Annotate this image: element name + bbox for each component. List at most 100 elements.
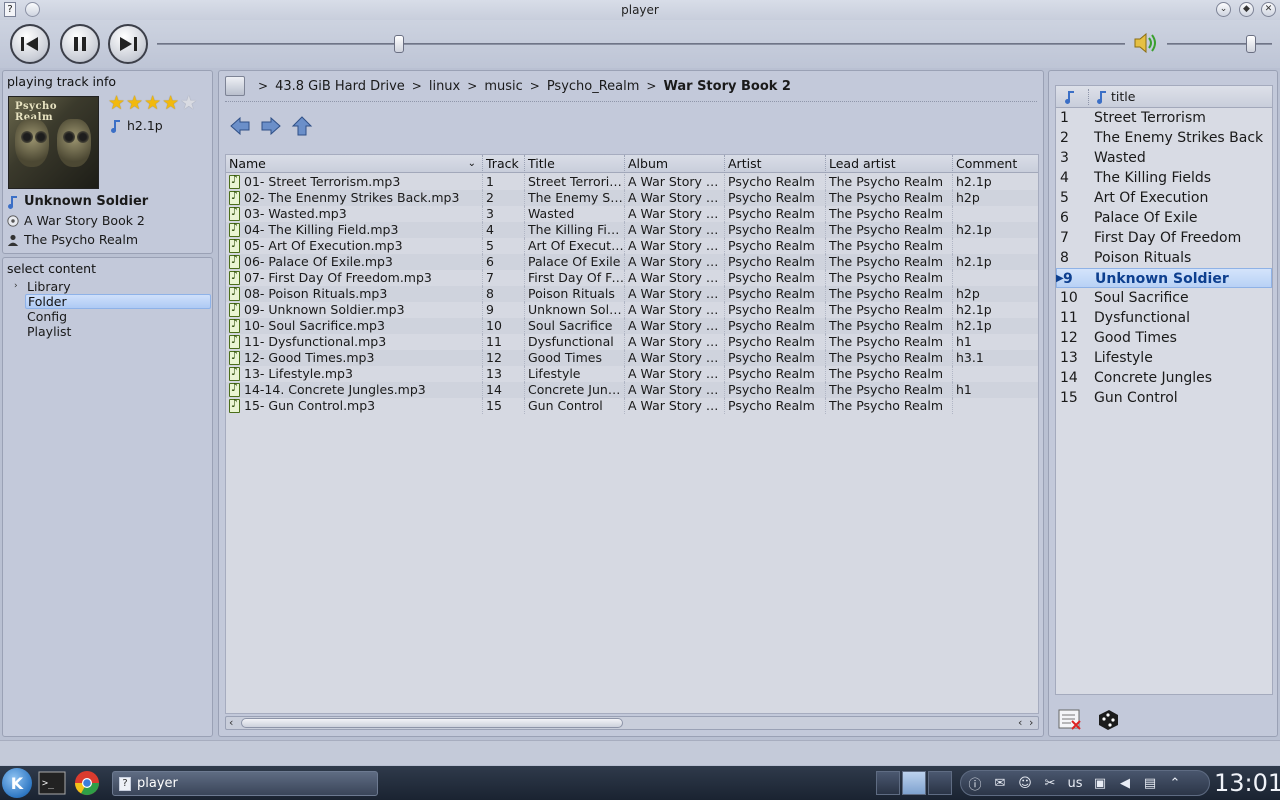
network-icon[interactable]: ▣ [1092, 775, 1108, 791]
table-row[interactable]: 07- First Day Of Freedom.mp37First Day O… [226, 269, 1038, 286]
up-button[interactable] [291, 115, 313, 137]
table-row[interactable]: 03- Wasted.mp33WastedA War Story Book 2P… [226, 205, 1038, 222]
column-header-album[interactable]: Album [625, 155, 725, 173]
user-icon[interactable]: ☺ [1017, 775, 1033, 791]
cell-title: Soul Sacrifice [525, 318, 625, 334]
seek-slider-handle[interactable] [394, 35, 404, 53]
table-row[interactable]: 04- The Killing Field.mp34The Killing Fi… [226, 221, 1038, 238]
shuffle-dice-icon[interactable] [1095, 707, 1121, 731]
taskbar-task-player[interactable]: ? player [112, 771, 378, 796]
playlist-item[interactable]: ▶ 9 Unknown Soldier [1056, 268, 1272, 288]
previous-button[interactable] [10, 24, 50, 64]
column-header-note-icon[interactable] [1064, 90, 1076, 107]
playlist-item[interactable]: 14 Concrete Jungles [1056, 368, 1272, 388]
table-row[interactable]: 08- Poison Rituals.mp38Poison RitualsA W… [226, 285, 1038, 302]
star-icon[interactable]: ★ [126, 94, 143, 113]
playlist-item[interactable]: 6 Palace Of Exile [1056, 208, 1272, 228]
tree-item-playlist[interactable]: Playlist [9, 324, 211, 339]
hard-drive-icon[interactable] [225, 76, 245, 96]
tree-item-config[interactable]: Config [9, 309, 211, 324]
table-row[interactable]: 14-14. Concrete Jungles.mp314Concrete Ju… [226, 381, 1038, 398]
speaker-icon[interactable]: ◀ [1117, 775, 1133, 791]
scroll-left-icon[interactable]: ‹ [229, 716, 233, 729]
window-titlebar[interactable]: ? player ⌄ ◆ ✕ [0, 0, 1280, 20]
table-row[interactable]: 01- Street Terrorism.mp31Street Terroris… [226, 173, 1038, 190]
playlist-item[interactable]: 12 Good Times [1056, 328, 1272, 348]
table-row[interactable]: 02- The Enenmy Strikes Back.mp32The Enem… [226, 189, 1038, 206]
breadcrumb-drive[interactable]: 43.8 GiB Hard Drive [275, 79, 405, 94]
playlist-item[interactable]: 5 Art Of Execution [1056, 188, 1272, 208]
playlist-item[interactable]: 7 First Day Of Freedom [1056, 228, 1272, 248]
breadcrumb-music[interactable]: music [484, 79, 522, 94]
maximize-button[interactable]: ◆ [1239, 2, 1254, 17]
star-icon[interactable]: ★ [144, 94, 161, 113]
clear-playlist-icon[interactable] [1057, 707, 1083, 731]
breadcrumb-current[interactable]: War Story Book 2 [663, 79, 791, 94]
tree-item-library[interactable]: › Library [9, 279, 211, 294]
clipboard-icon[interactable]: ▤ [1142, 775, 1158, 791]
volume-icon[interactable] [1132, 30, 1160, 56]
column-header-name[interactable]: Name ⌄ [226, 155, 483, 173]
seek-slider[interactable] [157, 43, 1125, 45]
playlist-item[interactable]: 15 Gun Control [1056, 388, 1272, 408]
breadcrumb-linux[interactable]: linux [429, 79, 460, 94]
column-header-lead-artist[interactable]: Lead artist [826, 155, 953, 173]
table-row[interactable]: 10- Soul Sacrifice.mp310Soul SacrificeA … [226, 317, 1038, 334]
playlist-item[interactable]: 11 Dysfunctional [1056, 308, 1272, 328]
close-button[interactable]: ✕ [1261, 2, 1276, 17]
breadcrumb-artist[interactable]: Psycho_Realm [547, 79, 640, 94]
playlist-item[interactable]: 13 Lifestyle [1056, 348, 1272, 368]
rating-stars[interactable]: ★ ★ ★ ★ ★ [108, 94, 197, 113]
star-icon[interactable]: ★ [180, 94, 197, 113]
table-row[interactable]: 05- Art Of Execution.mp35Art Of Executio… [226, 237, 1038, 254]
scissors-icon[interactable]: ✂ [1042, 775, 1058, 791]
playlist-item[interactable]: 4 The Killing Fields [1056, 168, 1272, 188]
scroll-right-icon[interactable]: › [1029, 716, 1033, 729]
column-header-artist[interactable]: Artist [725, 155, 826, 173]
back-button[interactable] [229, 115, 251, 137]
table-row[interactable]: 06- Palace Of Exile.mp36Palace Of ExileA… [226, 253, 1038, 270]
tree-item-folder[interactable]: Folder [9, 294, 211, 309]
expand-arrow-icon[interactable]: › [14, 279, 18, 294]
playlist-item[interactable]: 10 Soul Sacrifice [1056, 288, 1272, 308]
keyboard-layout[interactable]: us [1067, 775, 1083, 791]
column-header-track[interactable]: Track [483, 155, 525, 173]
playlist-item[interactable]: 2 The Enemy Strikes Back [1056, 128, 1272, 148]
playlist-item[interactable]: 8 Poison Rituals [1056, 248, 1272, 268]
next-button[interactable] [108, 24, 148, 64]
minimize-button[interactable]: ⌄ [1216, 2, 1231, 17]
star-icon[interactable]: ★ [162, 94, 179, 113]
table-row[interactable]: 11- Dysfunctional.mp311DysfunctionalA Wa… [226, 333, 1038, 350]
terminal-icon[interactable]: >_ [38, 770, 66, 796]
forward-button[interactable] [260, 115, 282, 137]
playlist-item[interactable]: 1 Street Terrorism [1056, 108, 1272, 128]
horizontal-scrollbar[interactable]: ‹ ‹ › [225, 716, 1039, 730]
info-icon[interactable]: ⓘ [967, 775, 983, 793]
clock[interactable]: 13:01 [1214, 770, 1280, 796]
desktop-1[interactable] [876, 771, 900, 795]
playlist-item-title: First Day Of Freedom [1094, 230, 1242, 246]
k-menu-button[interactable]: K [2, 768, 32, 798]
chrome-browser-icon[interactable] [73, 770, 101, 796]
desktop-pager[interactable] [876, 771, 952, 795]
cell-album: A War Story Book 2 [625, 286, 725, 302]
table-row[interactable]: 13- Lifestyle.mp313LifestyleA War Story … [226, 365, 1038, 382]
scrollbar-thumb[interactable] [241, 718, 623, 728]
column-header-title[interactable]: title [1096, 89, 1135, 104]
table-row[interactable]: 09- Unknown Soldier.mp39Unknown SoldierA… [226, 301, 1038, 318]
playlist-item[interactable]: 3 Wasted [1056, 148, 1272, 168]
column-header-title[interactable]: Title [525, 155, 625, 173]
table-row[interactable]: 12- Good Times.mp312Good TimesA War Stor… [226, 349, 1038, 366]
tray-expand-icon[interactable]: ⌃ [1167, 775, 1183, 791]
cell-album: A War Story Book 2 [625, 382, 725, 398]
desktop-2[interactable] [902, 771, 926, 795]
table-row[interactable]: 15- Gun Control.mp315Gun ControlA War St… [226, 397, 1038, 414]
column-header-comment[interactable]: Comment [953, 155, 1038, 173]
desktop-3[interactable] [928, 771, 952, 795]
star-icon[interactable]: ★ [108, 94, 125, 113]
mail-icon[interactable]: ✉ [992, 775, 1008, 791]
volume-slider-handle[interactable] [1246, 35, 1256, 53]
volume-slider[interactable] [1167, 43, 1272, 45]
scroll-left-end-icon[interactable]: ‹ [1018, 716, 1022, 729]
pause-button[interactable] [60, 24, 100, 64]
